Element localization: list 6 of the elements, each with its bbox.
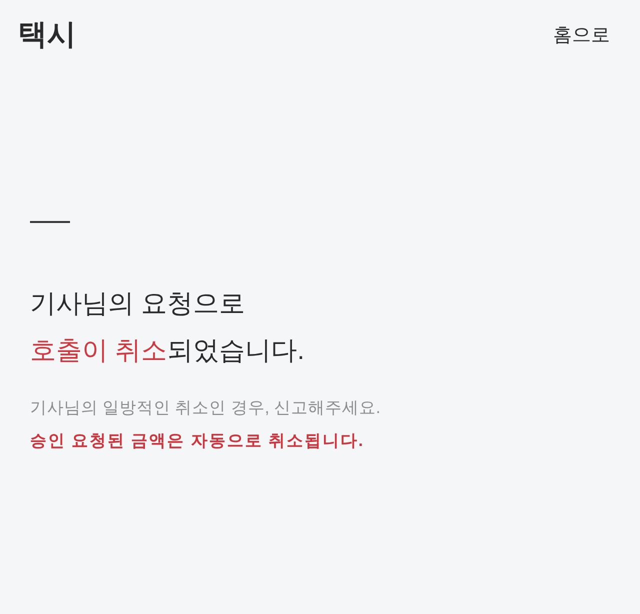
- accent-line: [30, 221, 70, 223]
- home-link[interactable]: 홈으로: [553, 26, 610, 44]
- notice-text: 승인 요청된 금액은 자동으로 취소됩니다.: [30, 431, 364, 452]
- cancellation-headline: 기사님의 요청으로 호출이 취소되었습니다.: [30, 287, 304, 367]
- notice-text: 기사님의 일방적인 취소인 경우, 신고해주세요.: [30, 398, 381, 419]
- page-title: 택시: [18, 20, 76, 50]
